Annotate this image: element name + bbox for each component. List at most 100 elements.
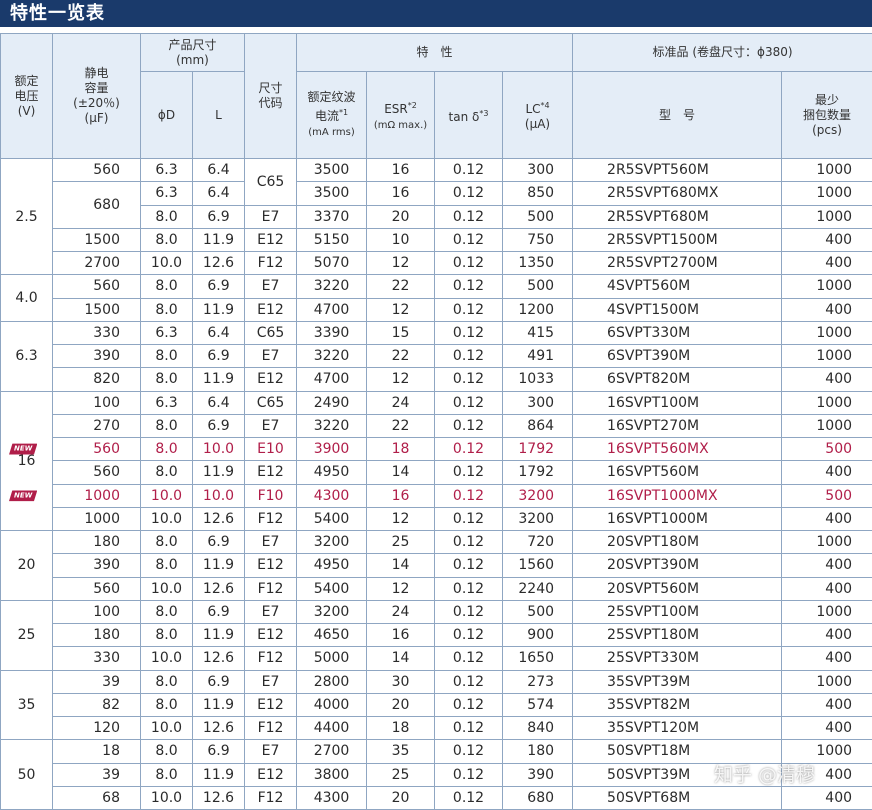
capacitance-value: 390 [53, 557, 120, 573]
lc-cell: 1350 [503, 252, 573, 275]
lc-cell: 1033 [503, 368, 573, 391]
esr-cell: 12 [367, 507, 435, 530]
capacitance-value: 18 [53, 743, 120, 759]
diameter-cell: 6.3 [141, 391, 193, 414]
capacitance-cell: 330 [53, 647, 141, 670]
capacitance-cell: 100 [53, 600, 141, 623]
table-row: NEW100010.010.0F104300160.12320016SVPT10… [1, 484, 872, 507]
ripple-cell: 4700 [297, 298, 367, 321]
length-cell: 11.9 [193, 763, 245, 786]
ripple-cell: 4950 [297, 554, 367, 577]
tan-cell: 0.12 [435, 345, 503, 368]
capacitance-value: 100 [53, 395, 120, 411]
tan-cell: 0.12 [435, 205, 503, 228]
lc-cell: 3200 [503, 484, 573, 507]
ripple-cell: 2800 [297, 670, 367, 693]
ripple-cell: 2490 [297, 391, 367, 414]
tan-cell: 0.12 [435, 647, 503, 670]
lc-cell: 1792 [503, 461, 573, 484]
diameter-cell: 6.3 [141, 182, 193, 205]
esr-cell: 24 [367, 391, 435, 414]
qty-cell: 400 [782, 717, 872, 740]
tan-cell: 0.12 [435, 275, 503, 298]
model-cell: 50SVPT18M [573, 740, 782, 763]
table-row: 1808.011.9E124650160.1290025SVPT180M400 [1, 624, 872, 647]
diameter-cell: 8.0 [141, 438, 193, 461]
lc-cell: 1200 [503, 298, 573, 321]
capacitance-value: 560 [53, 464, 120, 480]
model-cell: 16SVPT100M [573, 391, 782, 414]
table-body: 2.55606.36.4C653500160.123002R5SVPT560M1… [1, 159, 872, 810]
esr-cell: 12 [367, 252, 435, 275]
diameter-cell: 10.0 [141, 577, 193, 600]
qty-cell: 1000 [782, 531, 872, 554]
ripple-cell: 3220 [297, 345, 367, 368]
model-cell: 6SVPT330M [573, 321, 782, 344]
length-cell: 11.9 [193, 368, 245, 391]
diameter-cell: 8.0 [141, 461, 193, 484]
page-title: 特性一览表 [0, 0, 872, 27]
lc-cell: 500 [503, 600, 573, 623]
tan-cell: 0.12 [435, 763, 503, 786]
size-code-cell: F12 [245, 507, 297, 530]
capacitance-value: 39 [53, 767, 120, 783]
length-cell: 6.4 [193, 182, 245, 205]
ripple-cell: 5070 [297, 252, 367, 275]
length-cell: 6.9 [193, 205, 245, 228]
model-cell: 4SVPT560M [573, 275, 782, 298]
model-cell: 35SVPT120M [573, 717, 782, 740]
lc-cell: 864 [503, 414, 573, 437]
length-cell: 6.4 [193, 321, 245, 344]
lc-cell: 574 [503, 693, 573, 716]
esr-cell: 18 [367, 438, 435, 461]
table-row: 56010.012.6F125400120.12224020SVPT560M40… [1, 577, 872, 600]
lc-cell: 1650 [503, 647, 573, 670]
tan-cell: 0.12 [435, 507, 503, 530]
capacitance-value: 1500 [53, 232, 120, 248]
size-code-cell: E12 [245, 763, 297, 786]
table-row: 161006.36.4C652490240.1230016SVPT100M100… [1, 391, 872, 414]
capacitance-value: 330 [53, 650, 120, 666]
qty-cell: 1000 [782, 182, 872, 205]
size-code-cell: E12 [245, 298, 297, 321]
qty-cell: 1000 [782, 414, 872, 437]
header-lc: LC*4 (μA) [503, 72, 573, 159]
esr-cell: 14 [367, 461, 435, 484]
table-row: 50188.06.9E72700350.1218050SVPT18M1000 [1, 740, 872, 763]
spec-table: 额定 电压 (V) 静电 容量 (±20％) (μF) 产品尺寸 (mm) 尺寸… [0, 33, 872, 810]
ripple-cell: 3200 [297, 531, 367, 554]
capacitance-value: 1500 [53, 302, 120, 318]
capacitance-value: 39 [53, 674, 120, 690]
tan-cell: 0.12 [435, 391, 503, 414]
esr-cell: 14 [367, 647, 435, 670]
model-cell: 2R5SVPT560M [573, 159, 782, 182]
length-cell: 6.9 [193, 670, 245, 693]
size-code-cell: E12 [245, 554, 297, 577]
diameter-cell: 8.0 [141, 345, 193, 368]
diameter-cell: 8.0 [141, 693, 193, 716]
capacitance-cell: 39 [53, 670, 141, 693]
esr-cell: 18 [367, 717, 435, 740]
diameter-cell: 10.0 [141, 507, 193, 530]
tan-cell: 0.12 [435, 786, 503, 809]
tan-cell: 0.12 [435, 368, 503, 391]
size-code-cell: E12 [245, 624, 297, 647]
qty-cell: 1000 [782, 321, 872, 344]
table-row: 35398.06.9E72800300.1227335SVPT39M1000 [1, 670, 872, 693]
tan-cell: 0.12 [435, 252, 503, 275]
capacitance-cell: 560 [53, 159, 141, 182]
esr-cell: 15 [367, 321, 435, 344]
lc-cell: 840 [503, 717, 573, 740]
table-row: 100010.012.6F125400120.12320016SVPT1000M… [1, 507, 872, 530]
lc-cell: 750 [503, 228, 573, 251]
diameter-cell: 10.0 [141, 484, 193, 507]
table-row: 6810.012.6F124300200.1268050SVPT68M400 [1, 786, 872, 809]
table-header: 额定 电压 (V) 静电 容量 (±20％) (μF) 产品尺寸 (mm) 尺寸… [1, 34, 872, 159]
capacitance-cell: 180 [53, 624, 141, 647]
model-cell: 6SVPT820M [573, 368, 782, 391]
qty-cell: 400 [782, 252, 872, 275]
table-row: 5608.011.9E124950140.12179216SVPT560M400 [1, 461, 872, 484]
lc-cell: 300 [503, 159, 573, 182]
tan-cell: 0.12 [435, 717, 503, 740]
model-cell: 35SVPT82M [573, 693, 782, 716]
